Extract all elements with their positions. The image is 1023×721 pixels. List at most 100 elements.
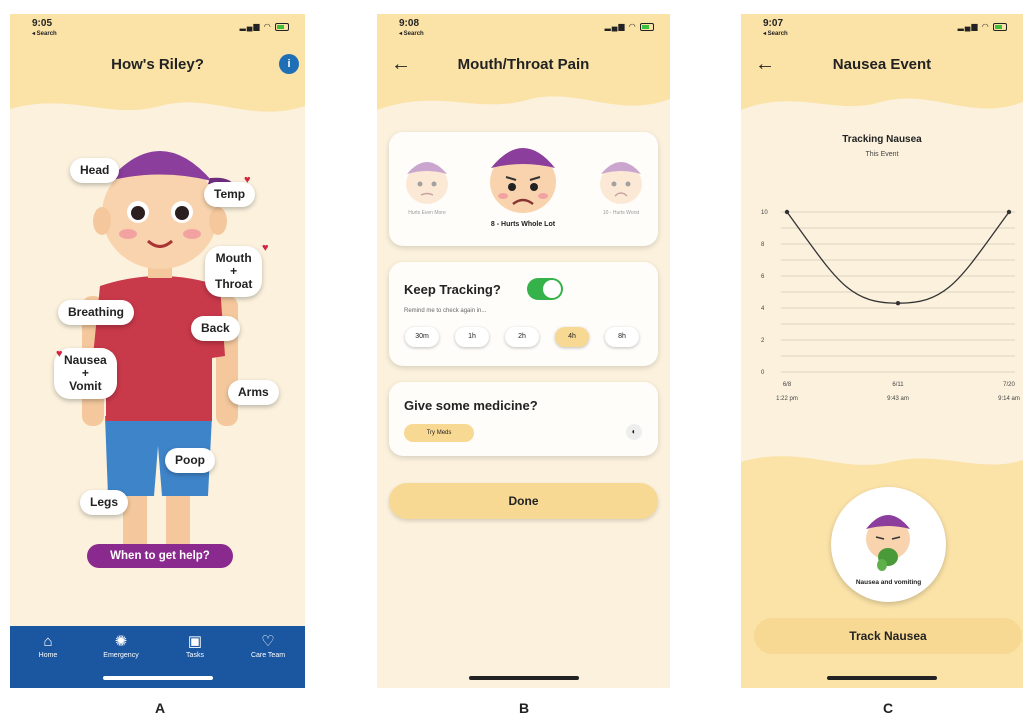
body-part-poop[interactable]: Poop <box>165 448 215 473</box>
pill-icon[interactable]: ◐ <box>626 424 642 440</box>
info-icon[interactable]: i <box>279 54 299 74</box>
wifi-icon: ◠ <box>628 22 637 31</box>
throat-label: Throat <box>215 277 253 291</box>
battery-icon <box>640 22 654 31</box>
tab-care-team[interactable]: ♡ Care Team <box>238 632 298 659</box>
back-to-search[interactable]: ◂ Search <box>763 29 788 40</box>
system-icons: ▂▄▆ ◠ <box>958 22 1007 31</box>
chart-subtitle: This Event <box>865 151 899 158</box>
keep-tracking-card: Keep Tracking? Remind me to check again … <box>389 262 658 366</box>
body-part-arms[interactable]: Arms <box>228 380 279 405</box>
header: 9:07 ◂ Search ▂▄▆ ◠ ← Nausea Event <box>741 14 1023 126</box>
data-point[interactable] <box>784 209 790 215</box>
y-tick-label: 6 <box>761 274 765 280</box>
header: 9:08 ◂ Search ▂▄▆ ◠ ← Mouth/Throat Pain <box>377 14 670 126</box>
emergency-icon: ✺ <box>114 633 128 650</box>
home-indicator <box>102 676 213 680</box>
heart-icon: ♥ <box>56 348 63 360</box>
interval-chip[interactable]: 2h <box>505 327 539 347</box>
interval-chip[interactable]: 8h <box>605 327 639 347</box>
y-tick-label: 8 <box>761 242 765 248</box>
interval-chip[interactable]: 30m <box>405 327 439 347</box>
chart-title: Tracking Nausea <box>842 134 922 145</box>
header: 9:05 ◂ Search ▂▄▆ ◠ How's Riley? i <box>10 14 305 126</box>
care-team-icon: ♡ <box>261 633 275 650</box>
tab-label: Emergency <box>103 652 139 659</box>
face-right[interactable] <box>600 162 642 204</box>
battery-icon <box>275 22 289 31</box>
home-indicator <box>468 676 579 680</box>
tab-bar: ⌂ Home ✺ Emergency ▣ Tasks ♡ Care Team <box>10 626 305 688</box>
x-tick-time: 9:14 am <box>998 396 1020 402</box>
face-left[interactable] <box>406 162 448 204</box>
caption-b: B <box>518 700 530 716</box>
data-point[interactable] <box>895 301 901 306</box>
status-time: 9:08 <box>399 18 420 29</box>
medicine-label: Give some medicine? <box>404 398 538 413</box>
clipboard-icon: ▣ <box>187 633 203 650</box>
wifi-icon: ◠ <box>263 22 272 31</box>
status-bar: 9:08 ◂ Search <box>399 18 424 40</box>
phone-b-screen: 9:08 ◂ Search ▂▄▆ ◠ ← Mouth/Throat Pain <box>377 14 670 688</box>
tab-tasks[interactable]: ▣ Tasks <box>165 632 225 659</box>
tab-label: Care Team <box>250 652 286 659</box>
face-selected-label: 8 - Hurts Whole Lot <box>490 221 556 228</box>
page-title: How's Riley? <box>111 56 204 73</box>
body-part-back[interactable]: Back <box>191 316 240 341</box>
y-tick-label: 2 <box>761 338 765 344</box>
remind-text: Remind me to check again in... <box>404 308 487 314</box>
face-left-label: Hurts Even More <box>408 210 446 216</box>
signal-icon: ▂▄▆ <box>239 22 261 31</box>
track-nausea-button[interactable]: Track Nausea <box>754 618 1022 654</box>
page-title: Mouth/Throat Pain <box>457 56 590 73</box>
face-selected[interactable] <box>490 148 556 213</box>
keep-tracking-toggle[interactable] <box>527 278 563 300</box>
body-part-nausea-vomit[interactable]: Nausea + Vomit <box>54 348 117 399</box>
status-bar: 9:05 ◂ Search <box>32 18 57 40</box>
nausea-series-line <box>786 211 1010 304</box>
back-to-search[interactable]: ◂ Search <box>32 29 57 40</box>
caption-a: A <box>154 700 166 716</box>
battery-icon <box>993 22 1007 31</box>
home-icon: ⌂ <box>43 633 53 650</box>
chart-grid <box>781 211 1015 373</box>
body-part-legs[interactable]: Legs <box>80 490 129 515</box>
x-tick-time: 1:22 pm <box>776 396 798 402</box>
x-tick-labels: 6/8 1:22 pm 6/11 9:43 am 7/20 9:14 am <box>776 382 1020 402</box>
system-icons: ▂▄▆ ◠ <box>605 22 654 31</box>
back-to-search[interactable]: ◂ Search <box>399 29 424 40</box>
done-button[interactable]: Done <box>389 483 658 519</box>
caption-c: C <box>882 700 894 716</box>
y-tick-labels: 0 2 4 6 8 10 <box>761 210 768 376</box>
y-tick-label: 0 <box>761 370 765 376</box>
page-title: Nausea Event <box>832 56 932 73</box>
nausea-event-badge[interactable]: Nausea and vomiting <box>831 487 946 602</box>
x-tick-date: 6/11 <box>892 382 904 388</box>
y-tick-label: 4 <box>761 306 765 312</box>
when-to-get-help-button[interactable]: When to get help? <box>87 544 233 568</box>
body-part-breathing[interactable]: Breathing <box>58 300 135 325</box>
signal-icon: ▂▄▆ <box>957 22 979 31</box>
x-tick-date: 6/8 <box>783 382 792 388</box>
nausea-face-icon <box>866 515 910 571</box>
x-tick-date: 7/20 <box>1003 382 1015 388</box>
signal-icon: ▂▄▆ <box>604 22 626 31</box>
interval-chip-selected[interactable]: 4h <box>555 327 589 347</box>
keep-tracking-label: Keep Tracking? <box>404 282 501 297</box>
body-part-mouth-throat[interactable]: Mouth + Throat <box>205 246 263 297</box>
face-right-label: 10 - Hurts Worst <box>602 210 640 216</box>
tab-home[interactable]: ⌂ Home <box>18 632 78 659</box>
status-time: 9:07 <box>763 18 784 29</box>
heart-icon: ♥ <box>262 242 269 254</box>
vomit-label: Vomit <box>69 379 102 393</box>
tab-emergency[interactable]: ✺ Emergency <box>91 632 151 659</box>
body-part-head[interactable]: Head <box>70 158 120 183</box>
status-bar: 9:07 ◂ Search <box>763 18 788 40</box>
phone-c-screen: 9:07 ◂ Search ▂▄▆ ◠ ← Nausea Event Track… <box>741 14 1023 688</box>
data-point[interactable] <box>1006 209 1012 215</box>
status-time: 9:05 <box>32 18 53 29</box>
try-meds-button[interactable]: Try Meds <box>404 424 474 442</box>
tab-label: Tasks <box>186 652 204 659</box>
nausea-line-chart: 0 2 4 6 8 10 6/8 1:22 pm 6/11 9:43 am 7/20 9:14 am <box>761 209 1020 402</box>
interval-chip[interactable]: 1h <box>455 327 489 347</box>
